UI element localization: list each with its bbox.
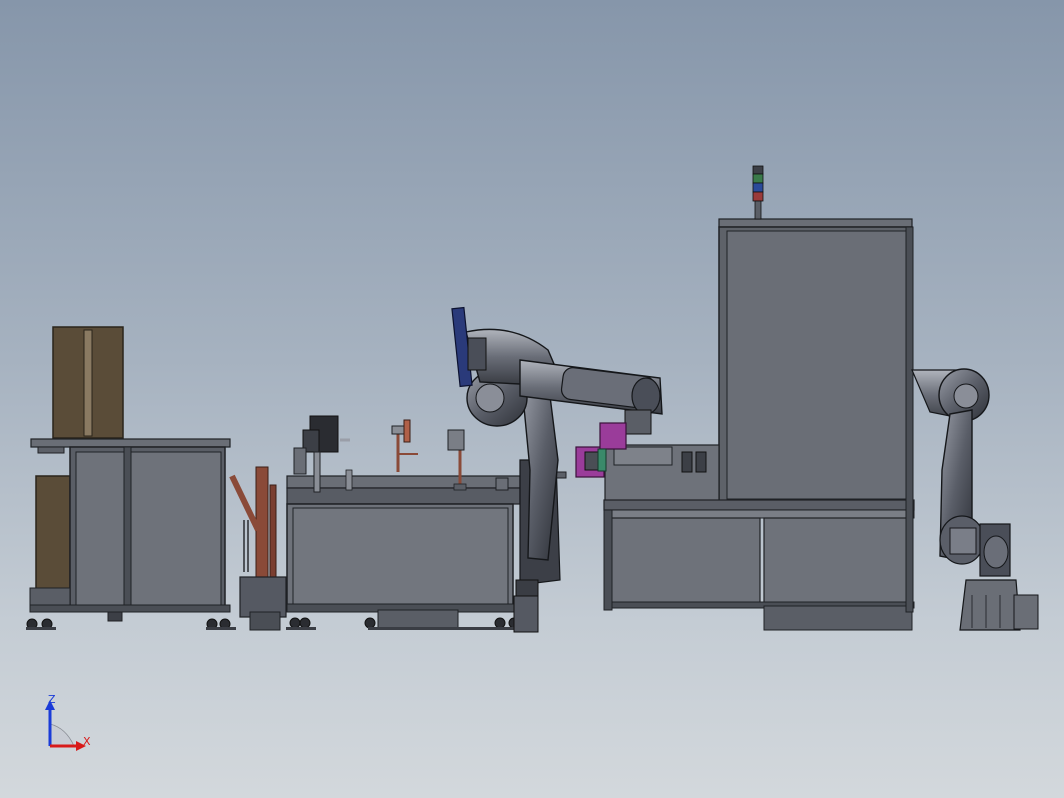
signal-tower [752, 165, 764, 220]
axis-triad: Z X [45, 694, 91, 751]
right-robot-arm [911, 368, 1039, 631]
z-axis-label: Z [48, 694, 56, 706]
cad-viewport[interactable] [0, 0, 1064, 798]
x-axis-label: X [83, 735, 91, 748]
rust-stand [229, 466, 287, 631]
triad-plane-icon [49, 723, 75, 747]
